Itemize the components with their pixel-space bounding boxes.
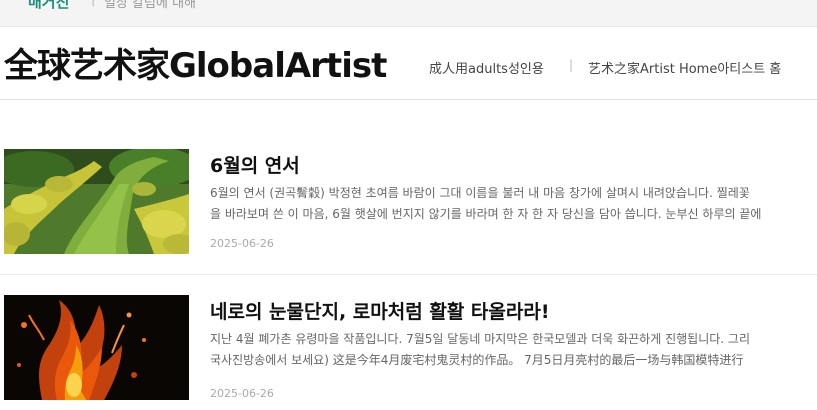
article-excerpt: 지난 4월 폐가촌 유령마을 작품입니다. 7월5일 달동네 마지막은 한국모델… <box>210 329 817 371</box>
breadcrumb-section[interactable]: 매거진 <box>28 0 69 12</box>
article-excerpt-line: 을 바라보며 쓴 이 마음, 6월 햇살에 번지지 않기를 바라며 한 자 한 … <box>210 207 762 221</box>
article-excerpt-line: 지난 4월 폐가촌 유령마을 작품입니다. 7월5일 달동네 마지막은 한국모델… <box>210 332 750 346</box>
site-header: 全球艺术家GlobalArtist 成人用adults성인용 | 艺术之家Art… <box>0 27 817 100</box>
page: 매거진 | 일상 칼럼에 대해 全球艺术家GlobalArtist 成人用adu… <box>0 0 817 410</box>
breadcrumb-separator: | <box>91 0 95 7</box>
article-list-item: 네로의 눈물단지, 로마처럼 활활 타올라라! 지난 4월 폐가촌 유령마을 작… <box>0 295 817 410</box>
article-list-item: 6월의 연서 6월의 연서 (권곡鬌穀) 박정현 초여름 바람이 그대 이름을 … <box>0 149 817 275</box>
article-title[interactable]: 네로의 눈물단지, 로마처럼 활활 타올라라! <box>210 297 550 324</box>
article-excerpt-line: 6월의 연서 (권곡鬌穀) 박정현 초여름 바람이 그대 이름을 불러 내 마음… <box>210 186 750 200</box>
breadcrumb: 매거진 | 일상 칼럼에 대해 <box>0 0 817 27</box>
article-excerpt: 6월의 연서 (권곡鬌穀) 박정현 초여름 바람이 그대 이름을 불러 내 마음… <box>210 183 817 225</box>
nav-link-adults[interactable]: 成人用adults성인용 <box>429 58 544 77</box>
breadcrumb-category[interactable]: 일상 칼럼에 대해 <box>104 0 196 11</box>
site-title[interactable]: 全球艺术家GlobalArtist <box>4 49 387 83</box>
article-date: 2025-06-26 <box>210 237 274 250</box>
nav-link-artist-home[interactable]: 艺术之家Artist Home아티스트 홈 <box>588 58 781 77</box>
garden-path-image[interactable] <box>4 149 189 254</box>
article-title[interactable]: 6월의 연서 <box>210 151 300 178</box>
fire-figure-image[interactable] <box>4 295 189 400</box>
article-excerpt-line: 국사진방송에서 보세요) 这是今年4月废宅村鬼灵村的作品。 7月5日月亮村的最后… <box>210 353 744 367</box>
article-date: 2025-06-26 <box>210 387 274 400</box>
nav-separator: | <box>569 58 574 72</box>
